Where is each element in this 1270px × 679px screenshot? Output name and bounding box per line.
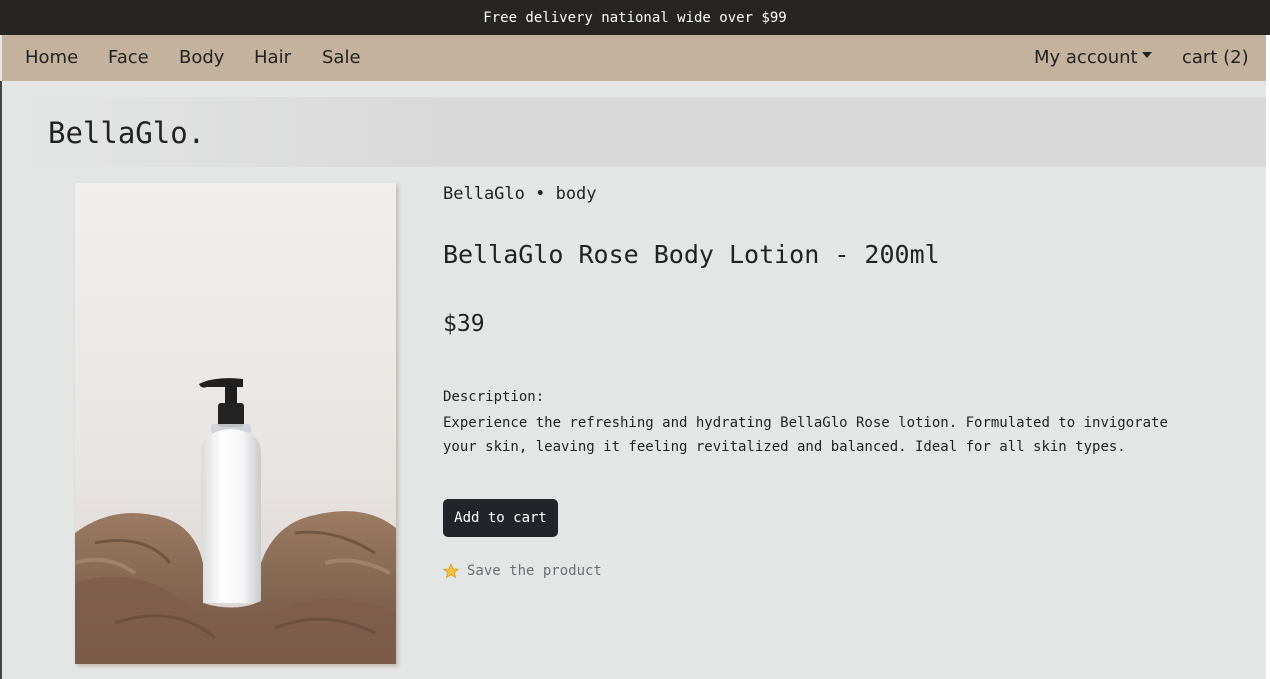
my-account-label: My account xyxy=(1034,47,1138,68)
nav-home[interactable]: Home xyxy=(25,47,78,68)
add-to-cart-button[interactable]: Add to cart xyxy=(443,499,558,537)
promo-text: Free delivery national wide over $99 xyxy=(483,9,787,26)
brand-logo[interactable]: BellaGlo. xyxy=(48,116,205,150)
product-title: BellaGlo Rose Body Lotion - 200ml xyxy=(443,240,940,269)
my-account-dropdown[interactable]: My account xyxy=(1034,47,1152,68)
cart-link[interactable]: cart (2) xyxy=(1182,47,1249,68)
breadcrumb: BellaGlo • body xyxy=(443,184,597,204)
product-image xyxy=(75,183,396,664)
star-icon xyxy=(442,562,460,579)
description-label: Description: xyxy=(443,389,545,405)
nav-hair[interactable]: Hair xyxy=(254,47,291,68)
save-product-label: Save the product xyxy=(467,563,602,579)
product-description: Experience the refreshing and hydrating … xyxy=(443,415,1168,455)
promo-bar: Free delivery national wide over $99 xyxy=(0,0,1270,35)
right-edge xyxy=(1266,35,1270,679)
main-navbar: Home Face Body Hair Sale My account cart… xyxy=(2,35,1266,81)
nav-sale[interactable]: Sale xyxy=(322,47,361,68)
left-edge xyxy=(0,81,2,679)
nav-face[interactable]: Face xyxy=(108,47,149,68)
caret-down-icon xyxy=(1141,52,1152,58)
save-product-link[interactable]: Save the product xyxy=(442,562,602,579)
lotion-bottle-photo xyxy=(75,183,396,664)
nav-body[interactable]: Body xyxy=(179,47,224,68)
product-price: $39 xyxy=(443,311,485,337)
